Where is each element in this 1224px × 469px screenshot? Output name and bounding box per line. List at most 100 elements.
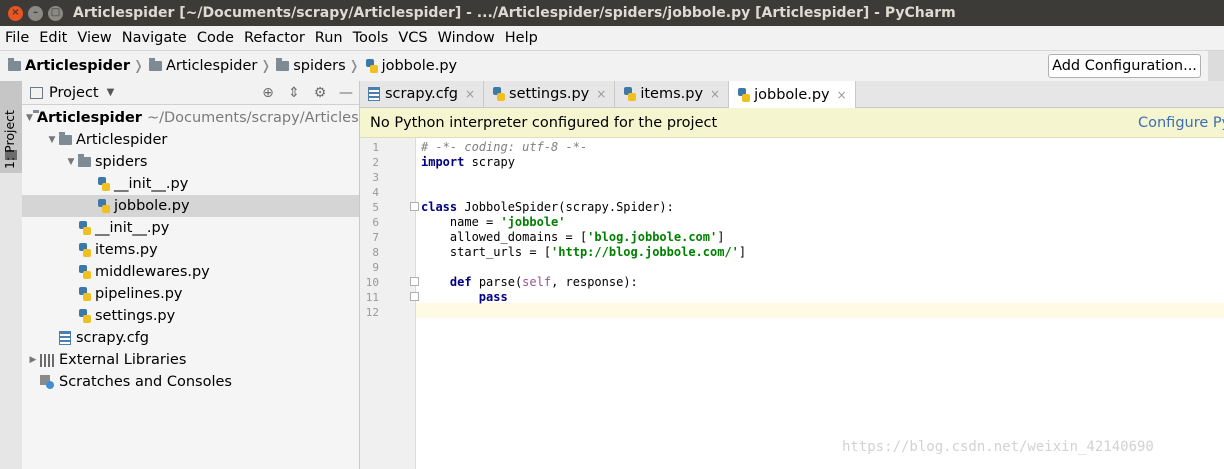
- current-line-highlight: [360, 303, 1224, 318]
- locate-file-icon[interactable]: ⊕: [255, 83, 281, 103]
- tree-item[interactable]: __init__.py: [22, 217, 359, 239]
- code-line: name = 'jobbole': [421, 215, 566, 229]
- tree-item[interactable]: scrapy.cfg: [22, 327, 359, 349]
- python-file-icon: [78, 221, 91, 235]
- close-tab-icon[interactable]: ×: [710, 87, 720, 101]
- tree-item-label: jobbole.py: [114, 198, 190, 214]
- editor-tab-bar: scrapy.cfg × settings.py × items.py × jobbole.…: [360, 81, 1224, 108]
- project-tool-label: 1: Project: [2, 110, 17, 169]
- tree-item[interactable]: __init__.py: [22, 173, 359, 195]
- tree-item-label: Scratches and Consoles: [59, 374, 232, 390]
- tree-item-label: middlewares.py: [95, 264, 210, 280]
- chevron-right-icon[interactable]: ▶: [26, 355, 40, 365]
- hide-panel-icon[interactable]: —: [333, 83, 359, 103]
- folder-icon: [78, 154, 91, 167]
- fold-marker-icon[interactable]: [410, 202, 419, 211]
- editor-tab[interactable]: items.py ×: [615, 81, 730, 107]
- minimize-window-button[interactable]: –: [28, 5, 43, 21]
- code-line: start_urls = ['http://blog.jobbole.com/'…: [421, 245, 747, 259]
- python-file-icon: [623, 87, 637, 101]
- line-number: 6: [372, 216, 379, 229]
- tree-item[interactable]: Scratches and Consoles: [22, 371, 359, 393]
- editor-tab-label: jobbole.py: [754, 86, 830, 103]
- left-tool-strip: 1: Project: [0, 81, 23, 469]
- breadcrumb-spiders[interactable]: spiders ❭: [276, 58, 364, 74]
- tree-item[interactable]: settings.py: [22, 305, 359, 327]
- chevron-down-icon: ▼: [106, 87, 115, 98]
- chevron-down-icon[interactable]: ▼: [26, 113, 33, 123]
- folder-icon: [8, 58, 21, 71]
- menu-vcs[interactable]: VCS: [393, 30, 432, 46]
- folder-icon: [148, 58, 162, 71]
- collapse-all-icon[interactable]: ⇕: [281, 83, 307, 103]
- menu-bar: File Edit View Navigate Code Refactor Run Tools…: [0, 26, 1224, 50]
- configure-interpreter-link[interactable]: Configure Py: [1138, 115, 1224, 131]
- editor-tab[interactable]: settings.py ×: [484, 81, 616, 107]
- library-icon: [40, 353, 54, 367]
- line-number: 11: [365, 291, 379, 304]
- line-number: 1: [372, 141, 379, 154]
- maximize-window-button[interactable]: □: [48, 5, 63, 21]
- menu-help[interactable]: Help: [500, 30, 543, 46]
- line-number: 8: [372, 246, 379, 259]
- python-file-icon: [78, 243, 91, 257]
- tree-item[interactable]: jobbole.py: [22, 195, 359, 217]
- menu-edit[interactable]: Edit: [34, 30, 72, 46]
- tree-item-label: settings.py: [95, 308, 176, 324]
- editor-tab-label: items.py: [640, 86, 704, 102]
- menu-file[interactable]: File: [0, 30, 34, 46]
- breadcrumb-package[interactable]: Articlespider ❭: [148, 58, 276, 74]
- chevron-down-icon[interactable]: ▼: [45, 135, 59, 145]
- python-file-icon: [78, 309, 91, 323]
- folder-icon: [59, 132, 72, 145]
- menu-code[interactable]: Code: [192, 30, 239, 46]
- line-number: 4: [372, 186, 379, 199]
- code-line: class JobboleSpider(scrapy.Spider):: [421, 200, 674, 214]
- project-view-selector[interactable]: Project ▼: [30, 85, 114, 101]
- tree-item-label: spiders: [95, 154, 148, 170]
- menu-refactor[interactable]: Refactor: [239, 30, 310, 46]
- tree-item[interactable]: ▶ External Libraries: [22, 349, 359, 371]
- gear-icon[interactable]: ⚙: [307, 83, 333, 103]
- editor-tab[interactable]: scrapy.cfg ×: [360, 81, 485, 107]
- breadcrumb-project[interactable]: Articlespider ❭: [8, 58, 149, 74]
- breadcrumb-separator-icon: ❭: [133, 58, 144, 74]
- line-number: 12: [365, 306, 379, 319]
- editor-tab[interactable]: jobbole.py ×: [729, 81, 856, 108]
- menu-window[interactable]: Window: [433, 30, 500, 46]
- tree-item[interactable]: ▼ Articlespider: [22, 129, 359, 151]
- menu-navigate[interactable]: Navigate: [117, 30, 192, 46]
- tree-item[interactable]: items.py: [22, 239, 359, 261]
- navigation-bar: Articlespider ❭ Articlespider ❭ spiders ❭ j…: [0, 50, 1224, 82]
- breadcrumb-file[interactable]: jobbole.py: [365, 58, 457, 74]
- menu-run[interactable]: Run: [310, 30, 348, 46]
- chevron-down-icon[interactable]: ▼: [64, 157, 78, 167]
- tree-item-label: External Libraries: [59, 352, 187, 368]
- config-file-icon: [368, 87, 380, 101]
- line-number: 3: [372, 171, 379, 184]
- tree-item[interactable]: middlewares.py: [22, 261, 359, 283]
- code-line: import scrapy: [421, 155, 515, 169]
- editor-gutter: 1 2 3 4 5 6 7 8 9 10 11 12: [360, 138, 419, 469]
- tree-item-label: Articlespider: [76, 132, 168, 148]
- close-tab-icon[interactable]: ×: [837, 88, 847, 102]
- close-tab-icon[interactable]: ×: [465, 87, 475, 101]
- menu-view[interactable]: View: [72, 30, 116, 46]
- fold-marker-icon[interactable]: [410, 292, 419, 301]
- close-window-button[interactable]: ×: [8, 5, 23, 21]
- add-configuration-button[interactable]: Add Configuration...: [1048, 54, 1201, 78]
- project-tool-tab[interactable]: 1: Project: [0, 81, 22, 173]
- tree-item[interactable]: ▼ Articlespider ~/Documents/scrapy/Article…: [22, 107, 396, 129]
- tree-item-label: scrapy.cfg: [76, 330, 149, 346]
- tree-item[interactable]: pipelines.py: [22, 283, 359, 305]
- code-line: pass: [478, 290, 508, 304]
- close-tab-icon[interactable]: ×: [596, 87, 606, 101]
- project-view-icon: [30, 86, 43, 99]
- line-number: 2: [372, 156, 379, 169]
- menu-tools[interactable]: Tools: [348, 30, 394, 46]
- line-number: 9: [372, 261, 379, 274]
- fold-marker-icon[interactable]: [410, 277, 419, 286]
- python-file-icon: [78, 287, 91, 301]
- tree-item[interactable]: ▼ spiders: [22, 151, 359, 173]
- code-line: def parse(self, response):: [449, 275, 638, 289]
